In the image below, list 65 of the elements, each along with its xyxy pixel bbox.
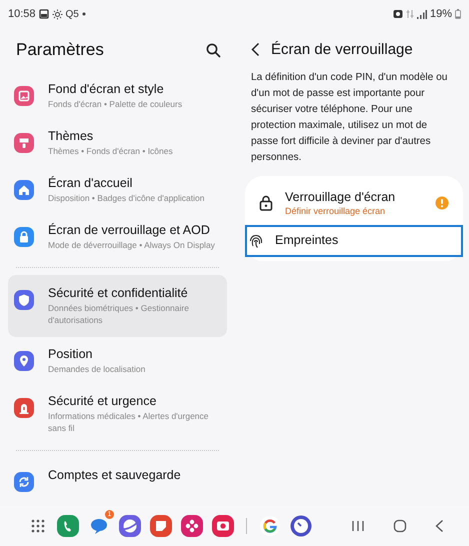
- item-title: Sécurité et confidentialité: [48, 285, 189, 302]
- gallery-icon: [38, 9, 49, 19]
- picture-frame-icon: [14, 86, 34, 106]
- settings-item[interactable]: Comptes et sauvegarde: [8, 458, 227, 505]
- status-label: Q5: [66, 8, 79, 20]
- search-button[interactable]: [204, 40, 223, 60]
- settings-option[interactable]: Empreintes: [245, 225, 463, 257]
- recent-apps-button[interactable]: [351, 520, 365, 532]
- option-subtitle: Définir verrouillage écran: [285, 206, 386, 216]
- signal-icon: [416, 10, 427, 18]
- settings-item[interactable]: Sécurité et urgence Informations médicales • Alertes d'urgence sans fil: [8, 384, 227, 443]
- option-title: Empreintes: [275, 232, 340, 249]
- planet-icon[interactable]: [119, 515, 141, 537]
- note-icon[interactable]: [150, 515, 172, 537]
- settings-item[interactable]: Sécurité et confidentialité Données biométriques • Gestionnaire d'autorisations: [8, 275, 227, 337]
- padlock-icon: [14, 227, 34, 247]
- notification-dot-icon: [82, 12, 86, 16]
- item-subtitle: Thèmes • Fonds d'écran • Icônes: [48, 145, 173, 157]
- item-title: Fond d'écran et style: [48, 81, 165, 98]
- camera-icon[interactable]: [212, 515, 234, 537]
- warning-icon: [435, 196, 449, 210]
- item-title: Comptes et sauvegarde: [48, 467, 181, 484]
- padlock-icon: [259, 194, 273, 210]
- item-subtitle: Demandes de localisation: [48, 363, 146, 375]
- settings-item[interactable]: Thèmes Thèmes • Fonds d'écran • Icônes: [8, 119, 227, 166]
- back-nav-button[interactable]: [435, 519, 444, 533]
- shield-icon: [14, 290, 34, 310]
- brightness-icon: [52, 8, 63, 20]
- settings-option[interactable]: Verrouillage d'écran Définir verrouillage écran: [245, 182, 463, 223]
- google-icon[interactable]: [259, 515, 281, 537]
- item-title: Position: [48, 346, 94, 363]
- item-subtitle: Informations médicales • Alertes d'urgence sans fil: [48, 410, 210, 434]
- location-pin-icon: [14, 351, 34, 371]
- page-title: Écran de verrouillage: [271, 41, 413, 58]
- item-title: Sécurité et urgence: [48, 393, 158, 410]
- flower-icon[interactable]: [181, 515, 203, 537]
- settings-item[interactable]: Écran de verrouillage et AOD Mode de déverrouillage • Always On Display: [8, 213, 227, 260]
- back-button[interactable]: [249, 40, 262, 59]
- item-subtitle: Fonds d'écran • Palette de couleurs: [48, 98, 182, 110]
- item-title: Thèmes: [48, 128, 94, 145]
- home-button[interactable]: [393, 519, 407, 533]
- clock-time: 10:58: [8, 8, 36, 20]
- clock-icon[interactable]: [290, 515, 312, 537]
- item-subtitle: Données biométriques • Gestionnaire d'autorisations: [48, 302, 190, 326]
- data-arrows-icon: [406, 9, 414, 19]
- alarm-icon: [392, 9, 403, 19]
- siren-icon: [14, 398, 34, 418]
- paint-brush-icon: [14, 133, 34, 153]
- fingerprint-icon: [249, 232, 263, 248]
- option-title: Verrouillage d'écran: [285, 189, 396, 206]
- settings-item[interactable]: Position Demandes de localisation: [8, 337, 227, 384]
- page-title: Paramètres: [16, 40, 104, 60]
- item-subtitle: Mode de déverrouillage • Always On Display: [48, 239, 215, 251]
- item-title: Écran de verrouillage et AOD: [48, 222, 211, 239]
- description-text: La définition d'un code PIN, d'un modèle ou d'un mot de passe est importante pour sécuriser votre téléphone. Pour une protection maximale, utilisez un mot de passe fort difficile à deviner par d'autres personnes.: [251, 71, 448, 165]
- item-subtitle: Disposition • Badges d'icône d'application: [48, 192, 204, 204]
- settings-item[interactable]: Écran d'accueil Disposition • Badges d'icône d'application: [8, 166, 227, 213]
- sync-icon: [14, 472, 34, 492]
- item-title: Écran d'accueil: [48, 175, 134, 192]
- settings-item[interactable]: Fond d'écran et style Fonds d'écran • Palette de couleurs: [8, 72, 227, 119]
- phone-icon[interactable]: [57, 515, 79, 537]
- battery-icon: [455, 9, 461, 19]
- home-icon: [14, 180, 34, 200]
- app-grid-icon[interactable]: [31, 519, 45, 533]
- battery-level: 19%: [430, 8, 452, 20]
